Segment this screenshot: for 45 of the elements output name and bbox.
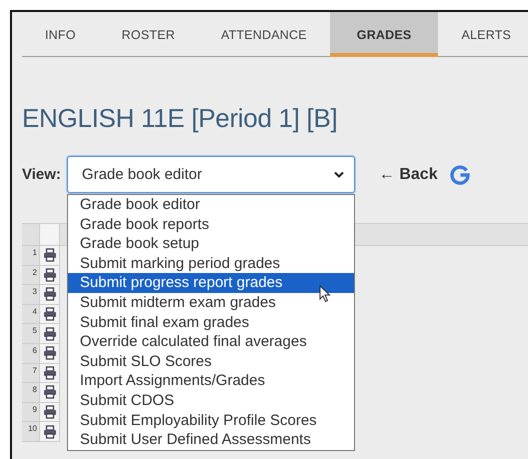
dropdown-option[interactable]: Grade book editor [68,195,354,215]
row-number: 3 [22,285,40,305]
dropdown-option[interactable]: Grade book setup [68,234,354,254]
dropdown-option[interactable]: Submit SLO Scores [68,352,354,372]
row-number: 7 [22,364,40,384]
row-number: 10 [22,422,40,442]
view-label: View: [22,166,61,183]
dropdown-option[interactable]: Submit marking period grades [68,254,354,274]
dropdown-option[interactable]: Import Assignments/Grades [68,371,354,391]
row-number: 5 [22,324,40,344]
row-number: 1 [22,246,40,266]
printer-icon[interactable] [42,268,56,282]
mouse-pointer-icon [318,285,331,303]
dropdown-option[interactable]: Submit Employability Profile Scores [68,410,354,430]
printer-icon[interactable] [42,366,56,380]
dropdown-option[interactable]: Submit User Defined Assessments [68,430,354,450]
printer-icon[interactable] [42,287,56,302]
printer-icon[interactable] [42,326,56,341]
dropdown-option[interactable]: Submit final exam grades [68,312,354,332]
printer-icon[interactable] [42,346,56,360]
tab[interactable]: ROSTER [98,12,198,57]
page-title: ENGLISH 11E [Period 1] [B] [22,103,338,134]
tab[interactable]: INFO [22,12,99,57]
row-number: 6 [22,344,40,364]
tab[interactable]: ALERTS [438,12,528,57]
g-icon[interactable] [450,164,470,184]
row-number: 4 [22,304,40,324]
row-number: 2 [22,266,40,286]
back-link[interactable]: ← Back [378,166,438,184]
view-select[interactable]: Grade book editor [66,156,355,193]
dropdown-option[interactable]: Submit midterm exam grades [68,292,354,313]
printer-icon[interactable] [42,248,56,262]
chevron-down-icon [334,171,344,178]
dropdown-option[interactable]: Grade book reports [68,214,354,234]
dropdown-option[interactable]: Submit progress report grades [68,273,354,293]
dropdown-option[interactable]: Override calculated final averages [68,332,354,352]
row-number: 8 [22,383,40,403]
printer-icon[interactable] [42,385,56,400]
dropdown-option[interactable]: Submit CDOS [68,390,354,411]
row-number: 9 [22,402,40,422]
printer-icon[interactable] [42,307,56,322]
tab[interactable]: ATTENDANCE [198,12,330,57]
printer-icon[interactable] [42,424,56,439]
printer-icon[interactable] [42,405,56,420]
tab[interactable]: GRADES [330,12,438,57]
